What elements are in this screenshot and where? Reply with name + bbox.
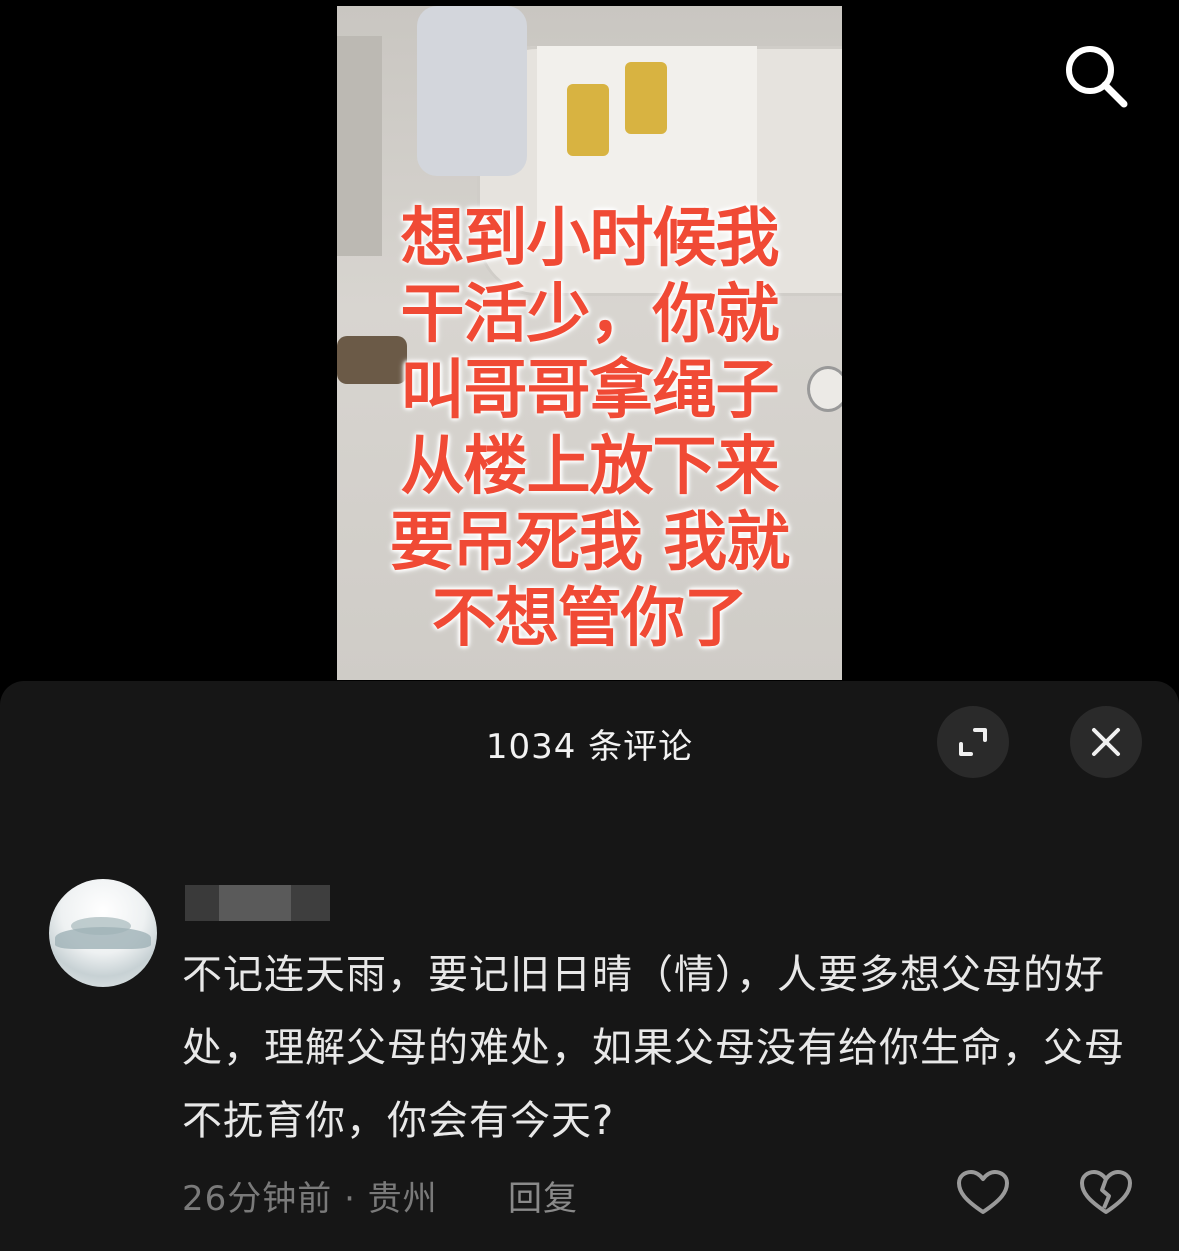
video-caption-line: 干活少，你就 <box>400 278 780 352</box>
expand-button[interactable] <box>937 706 1009 778</box>
broken-heart-icon <box>1080 1170 1132 1214</box>
video-caption-line: 从楼上放下来 <box>400 430 780 504</box>
search-icon <box>1066 46 1128 108</box>
background-tag <box>567 84 609 156</box>
background-tag <box>625 62 667 134</box>
video-caption-line: 想到小时候我 <box>400 202 780 276</box>
expand-icon <box>959 728 987 756</box>
close-button[interactable] <box>1070 706 1142 778</box>
video-caption: 想到小时候我 干活少，你就 叫哥哥拿绳子 从楼上放下来 要吊死我 我就 不想管你… <box>337 201 842 657</box>
comment-text: 不记连天雨，要记旧日晴（情），人要多想父母的好处，理解父母的难处，如果父母没有给… <box>182 952 1125 1144</box>
avatar[interactable] <box>49 879 157 987</box>
heart-icon <box>957 1170 1009 1214</box>
dislike-button[interactable] <box>1078 1168 1134 1218</box>
background-person <box>417 6 527 176</box>
comment-meta: 26分钟前 · 贵州 <box>182 1179 438 1219</box>
search-button[interactable] <box>1058 38 1134 114</box>
username-redacted[interactable] <box>185 885 330 921</box>
close-icon <box>1092 728 1120 756</box>
like-button[interactable] <box>955 1168 1011 1218</box>
reply-button[interactable]: 回复 <box>508 1171 578 1220</box>
video-caption-line: 不想管你了 <box>432 582 748 656</box>
video-player[interactable]: 想到小时候我 干活少，你就 叫哥哥拿绳子 从楼上放下来 要吊死我 我就 不想管你… <box>337 6 842 680</box>
video-caption-line: 要吊死我 我就 <box>389 506 790 580</box>
video-caption-line: 叫哥哥拿绳子 <box>400 354 780 428</box>
comments-panel: 1034 条评论 不记连天雨，要记旧日晴（情），人要多想父母的好处，理解父母的难… <box>0 681 1179 1251</box>
avatar-mist <box>55 927 151 949</box>
